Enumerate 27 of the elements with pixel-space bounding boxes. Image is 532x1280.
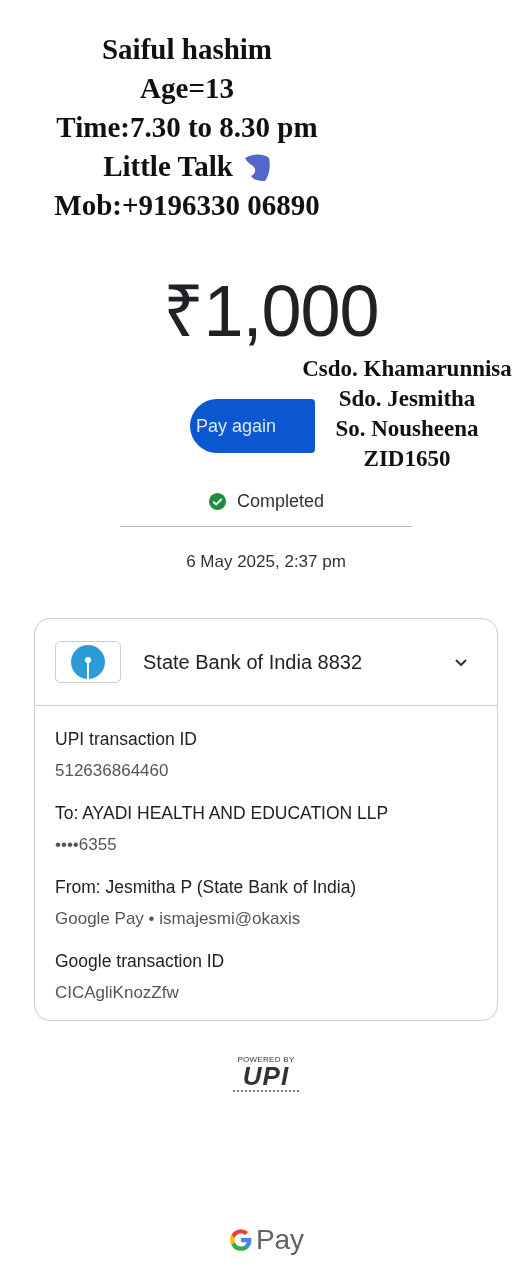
detail-value: ••••6355 [55, 834, 118, 856]
account-name: State Bank of India 8832 [143, 650, 364, 674]
note-text: Csdo. Khamarunnisa [302, 355, 512, 383]
status-text: Completed [236, 491, 324, 512]
note-text: Mob:+9196330 06890 [54, 188, 320, 223]
pay-again-button[interactable]: Pay again [190, 399, 315, 453]
check-icon [207, 492, 227, 511]
brand-text: Pay [255, 1224, 305, 1256]
note-text: Time:7.30 to 8.30 pm [56, 110, 318, 145]
bank-logo-icon [55, 641, 121, 683]
detail-value: CICAgliKnozZfw [55, 982, 180, 1004]
detail-value: Google Pay • ismajesmi@okaxis [55, 908, 302, 930]
note-text: So. Nousheena [335, 415, 479, 443]
note-text: Age=13 [140, 71, 234, 106]
amount: ₹1,000 [163, 270, 379, 353]
upi-logo: POWERED BY UPI [233, 1055, 299, 1092]
detail-label: Google transaction ID [55, 950, 226, 972]
note-text: Sdo. Jesmitha [338, 385, 476, 413]
date-text: 6 May 2025, 2:37 pm [186, 552, 346, 572]
note-text: ZID1650 [363, 445, 451, 473]
detail-label: UPI transaction ID [55, 728, 198, 750]
detail-label: To: AYADI HEALTH AND EDUCATION LLP [55, 802, 390, 824]
note-text: Saiful hashim [101, 32, 272, 67]
detail-label: From: Jesmitha P (State Bank of India) [55, 876, 358, 898]
detail-value: 512636864460 [55, 760, 170, 782]
note-text: Little Talk [103, 149, 233, 184]
google-g-icon [227, 1227, 254, 1253]
